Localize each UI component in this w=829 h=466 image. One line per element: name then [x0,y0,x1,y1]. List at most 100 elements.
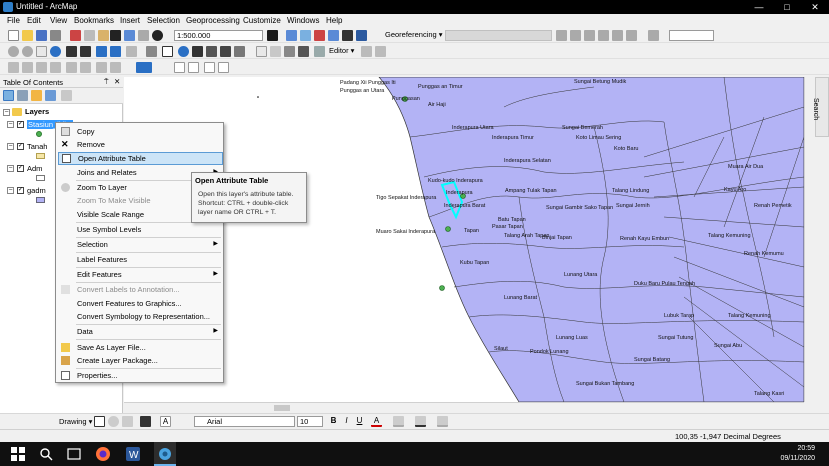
arctoolbox-icon[interactable] [328,30,339,41]
font-color-icon[interactable]: A [371,416,382,427]
layer-checkbox[interactable]: ✓ [17,187,24,194]
fill-color-icon[interactable] [136,62,152,73]
change-layout-icon[interactable] [204,62,215,73]
toc-layer-gadm[interactable]: gadm [27,186,46,195]
layout-back-icon[interactable] [110,62,121,73]
scale-combo[interactable]: 1:500.000 [174,30,263,41]
menu-remove[interactable]: ✕ Remove [58,138,223,151]
menu-geoprocessing[interactable]: Geoprocessing [186,16,240,25]
layers-collapse-icon[interactable]: − [3,109,10,116]
table-of-contents-icon[interactable] [286,30,297,41]
back-icon[interactable] [96,46,107,57]
modelbuilder-icon[interactable] [356,30,367,41]
go-to-xy-icon[interactable] [206,46,217,57]
swipe-icon[interactable] [314,46,325,57]
select-elements-icon[interactable] [162,46,173,57]
catalog-icon[interactable] [300,30,311,41]
drawing-menu[interactable]: Drawing ▾ [59,417,92,426]
map-view[interactable]: Padang Xii Punggas Iti Punggas an Timur … [124,77,804,402]
list-by-selection-icon[interactable] [45,90,56,101]
georeferencing-menu[interactable]: Georeferencing ▾ [385,30,443,39]
print-icon[interactable] [50,30,61,41]
rotate-icon[interactable] [108,416,119,427]
menu-selection[interactable]: Selection [147,16,180,25]
copy-tool-icon[interactable] [84,30,95,41]
scroll-thumb[interactable] [274,405,290,411]
menu-windows[interactable]: Windows [287,16,319,25]
fill-color-icon[interactable] [393,416,404,427]
menu-file[interactable]: File [7,16,20,25]
firefox-icon[interactable] [95,446,111,462]
clear-selection-icon[interactable] [146,46,157,57]
menu-save-layer-file[interactable]: Save As Layer File... [58,341,223,354]
layer-expander-icon[interactable]: − [7,143,14,150]
pin-icon[interactable]: ⍑ [104,77,109,87]
menu-insert[interactable]: Insert [120,16,140,25]
toc-close-icon[interactable]: ✕ [114,77,120,86]
layout-zoom-in-icon[interactable] [8,62,19,73]
list-by-drawing-order-icon[interactable] [3,90,14,101]
font-combo[interactable]: Arial [194,416,295,427]
open-icon[interactable] [22,30,33,41]
map-vertical-scrollbar[interactable] [804,77,814,402]
find-combo[interactable] [669,30,714,41]
fixed-zoom-out-icon[interactable] [80,46,91,57]
layers-root[interactable]: Layers [25,107,49,116]
font-size-combo[interactable]: 10 [297,416,323,427]
hyperlink-icon[interactable] [234,46,245,57]
search-window-icon[interactable] [314,30,325,41]
menu-bookmarks[interactable]: Bookmarks [74,16,114,25]
layer-checkbox[interactable]: ✓ [17,165,24,172]
menu-copy[interactable]: Copy [58,125,223,138]
fixed-zoom-out-layout-icon[interactable] [96,62,107,73]
redo-icon[interactable] [138,30,149,41]
list-by-visibility-icon[interactable] [31,90,42,101]
zoom-whole-page-icon[interactable] [50,62,61,73]
menu-edit[interactable]: Edit [27,16,41,25]
bold-icon[interactable]: B [328,416,339,427]
select-by-graphics-icon[interactable] [126,46,137,57]
identify-icon[interactable] [178,46,189,57]
fixed-zoom-in-layout-icon[interactable] [80,62,91,73]
html-popup-icon[interactable] [256,46,267,57]
new-icon[interactable] [8,30,19,41]
time-slider-icon[interactable] [270,46,281,57]
select-elements-icon[interactable] [94,416,105,427]
rectangle-icon[interactable] [140,416,151,427]
menu-create-layer-package[interactable]: Create Layer Package... [58,354,223,367]
list-by-source-icon[interactable] [17,90,28,101]
layer-expander-icon[interactable]: − [7,165,14,172]
zoom-to-selected-icon[interactable] [122,416,133,427]
zoom-in-icon[interactable] [8,46,19,57]
menu-properties[interactable]: Properties... [58,369,223,382]
system-clock[interactable]: 20:59 09/11/2020 [780,444,815,464]
cut-icon[interactable] [70,30,81,41]
station-point[interactable] [439,285,445,291]
menu-label-features[interactable]: Label Features [58,253,223,266]
paste-icon[interactable] [98,30,109,41]
layout-icon[interactable] [298,46,309,57]
menu-convert-symbology[interactable]: Convert Symbology to Representation... [58,310,223,323]
data-driven-pages-icon[interactable] [218,62,229,73]
minimize-button[interactable]: — [745,0,773,14]
options-icon[interactable] [61,90,72,101]
layer-checkbox[interactable]: ✓ [17,121,24,128]
windows-start-icon[interactable] [10,446,26,462]
fixed-zoom-in-icon[interactable] [66,46,77,57]
undo-icon[interactable] [124,30,135,41]
layout-zoom-out-icon[interactable] [22,62,33,73]
pan-icon[interactable] [36,46,47,57]
line-color-icon[interactable] [415,416,426,427]
map-horizontal-scrollbar[interactable] [124,402,804,413]
menu-convert-features[interactable]: Convert Features to Graphics... [58,297,223,310]
create-viewer-icon[interactable] [284,46,295,57]
menu-open-attribute-table[interactable]: Open Attribute Table [58,152,223,165]
zoom-100-icon[interactable] [66,62,77,73]
marker-color-icon[interactable] [437,416,448,427]
measure-icon[interactable] [220,46,231,57]
task-view-icon[interactable] [66,446,82,462]
delete-icon[interactable] [110,30,121,41]
close-button[interactable]: ✕ [801,0,829,14]
full-extent-icon[interactable] [50,46,61,57]
menu-edit-features[interactable]: Edit Features ▶ [58,268,223,281]
